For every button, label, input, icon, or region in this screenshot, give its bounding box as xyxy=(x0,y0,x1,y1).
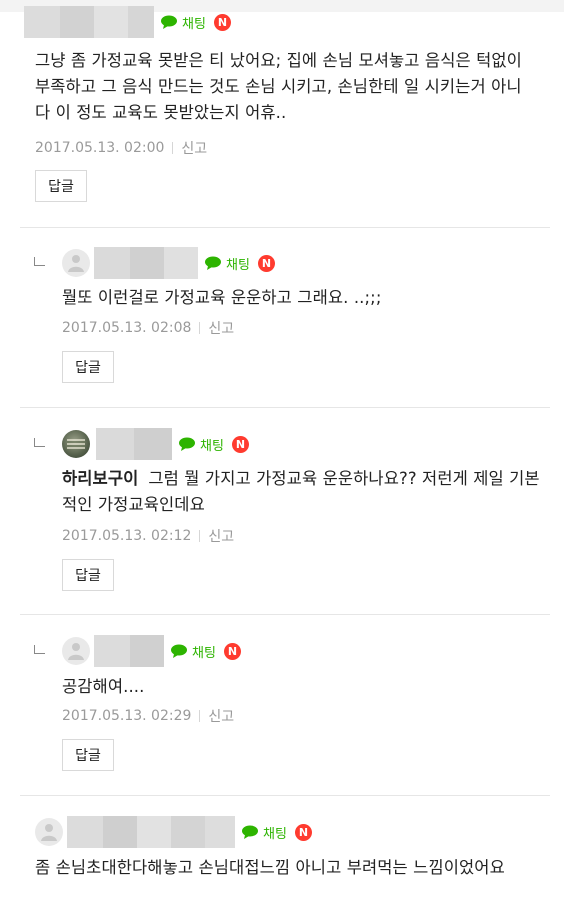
chat-label: 채팅 xyxy=(192,645,216,661)
reply-button[interactable]: 답글 xyxy=(62,559,114,591)
comment-header: 채팅 N xyxy=(24,6,231,38)
default-avatar-icon xyxy=(68,643,84,660)
avatar xyxy=(62,249,90,277)
blurred-nickname xyxy=(94,247,198,279)
comment-header: 채팅 N xyxy=(62,635,241,667)
new-badge: N xyxy=(213,13,231,31)
meta-divider xyxy=(172,142,174,154)
report-link[interactable]: 신고 xyxy=(181,138,207,158)
meta-divider xyxy=(199,710,201,722)
new-badge: N xyxy=(257,254,275,272)
chat-link[interactable]: 채팅 xyxy=(178,435,224,454)
comment-text: 그냥 좀 가정교육 못받은 티 났어요; 집에 손님 모셔놓고 음식은 턱없이 … xyxy=(35,51,522,122)
avatar xyxy=(62,430,90,458)
comment-divider xyxy=(20,614,550,615)
avatar xyxy=(62,637,90,665)
comment-divider xyxy=(20,795,550,796)
avatar xyxy=(35,818,63,846)
comment-time: 2017.05.13. 02:12 xyxy=(62,528,192,544)
report-link[interactable]: 신고 xyxy=(208,318,234,338)
comment-text: 뭘또 이런걸로 가정교육 운운하고 그래요. ..;;; xyxy=(62,288,382,307)
reply-arrow-icon xyxy=(34,645,45,654)
chat-label: 채팅 xyxy=(200,438,224,454)
comment-meta: 2017.05.13. 02:29 신고 xyxy=(62,706,234,726)
comment-time: 2017.05.13. 02:08 xyxy=(62,320,192,336)
comment-header: 채팅 N xyxy=(35,816,312,848)
comment-divider xyxy=(20,407,550,408)
comment-meta: 2017.05.13. 02:08 신고 xyxy=(62,318,234,338)
default-avatar-icon xyxy=(68,255,84,272)
reply-arrow-icon xyxy=(34,257,45,266)
default-avatar-icon xyxy=(41,824,57,841)
chat-label: 채팅 xyxy=(226,257,250,273)
chat-bubble-icon xyxy=(179,437,195,451)
comment-divider xyxy=(20,227,550,228)
reply-arrow-icon xyxy=(34,438,45,447)
chat-bubble-icon xyxy=(205,256,221,270)
comment-header: 채팅 N xyxy=(62,247,275,279)
chat-bubble-icon xyxy=(161,15,177,29)
new-badge: N xyxy=(223,642,241,660)
comment-text: 공감해여.... xyxy=(62,677,145,696)
meta-divider xyxy=(199,530,201,542)
chat-label: 채팅 xyxy=(263,826,287,842)
report-link[interactable]: 신고 xyxy=(208,706,234,726)
blurred-nickname xyxy=(67,816,235,848)
new-badge: N xyxy=(294,823,312,841)
report-link[interactable]: 신고 xyxy=(208,526,234,546)
blurred-nickname xyxy=(24,6,154,38)
chat-bubble-icon xyxy=(171,644,187,658)
comment-time: 2017.05.13. 02:00 xyxy=(35,140,165,156)
chat-bubble-icon xyxy=(242,825,258,839)
mention-nickname[interactable]: 하리보구이 xyxy=(62,469,138,488)
meta-divider xyxy=(199,322,201,334)
reply-button[interactable]: 답글 xyxy=(62,739,114,771)
comment-header: 채팅 N xyxy=(62,428,249,460)
comment-text: 좀 손님초대한다해놓고 손님대접느낌 아니고 부려먹는 느낌이었어요 xyxy=(35,858,505,877)
new-badge: N xyxy=(231,435,249,453)
reply-button[interactable]: 답글 xyxy=(35,170,87,202)
comment-text: 하리보구이 그럼 뭘 가지고 가정교육 운운하나요?? 저런게 제일 기본적인 가… xyxy=(62,466,550,518)
chat-link[interactable]: 채팅 xyxy=(160,13,206,32)
chat-link[interactable]: 채팅 xyxy=(204,254,250,273)
chat-link[interactable]: 채팅 xyxy=(170,642,216,661)
blurred-nickname xyxy=(94,635,164,667)
comment-meta: 2017.05.13. 02:12 신고 xyxy=(62,526,234,546)
chat-link[interactable]: 채팅 xyxy=(241,823,287,842)
comment-meta: 2017.05.13. 02:00 신고 xyxy=(35,138,207,158)
chat-label: 채팅 xyxy=(182,16,206,32)
comment-time: 2017.05.13. 02:29 xyxy=(62,708,192,724)
blurred-nickname xyxy=(96,428,172,460)
reply-button[interactable]: 답글 xyxy=(62,351,114,383)
